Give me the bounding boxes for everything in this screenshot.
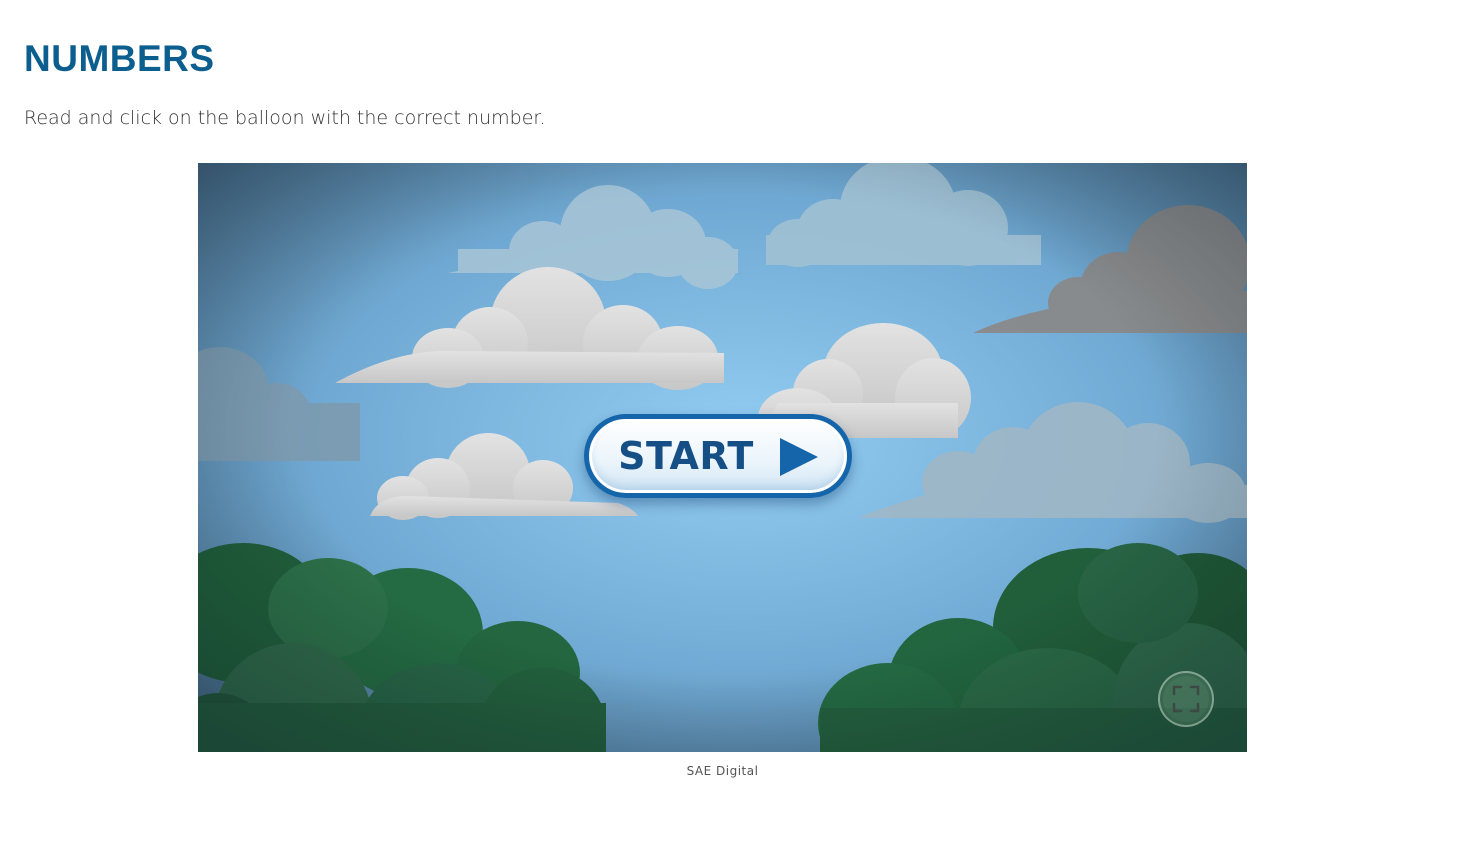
start-label: START	[618, 434, 754, 478]
fullscreen-button[interactable]	[1158, 671, 1214, 727]
page-title: NUMBERS	[24, 38, 215, 79]
start-button[interactable]: START	[584, 414, 852, 498]
instructions-text: Read and click on the balloon with the c…	[24, 107, 546, 129]
play-triangle-icon	[779, 438, 818, 476]
game-frame[interactable]: START	[198, 163, 1247, 752]
fullscreen-icon	[1172, 685, 1200, 713]
caption-credit: SAE Digital	[686, 764, 759, 778]
